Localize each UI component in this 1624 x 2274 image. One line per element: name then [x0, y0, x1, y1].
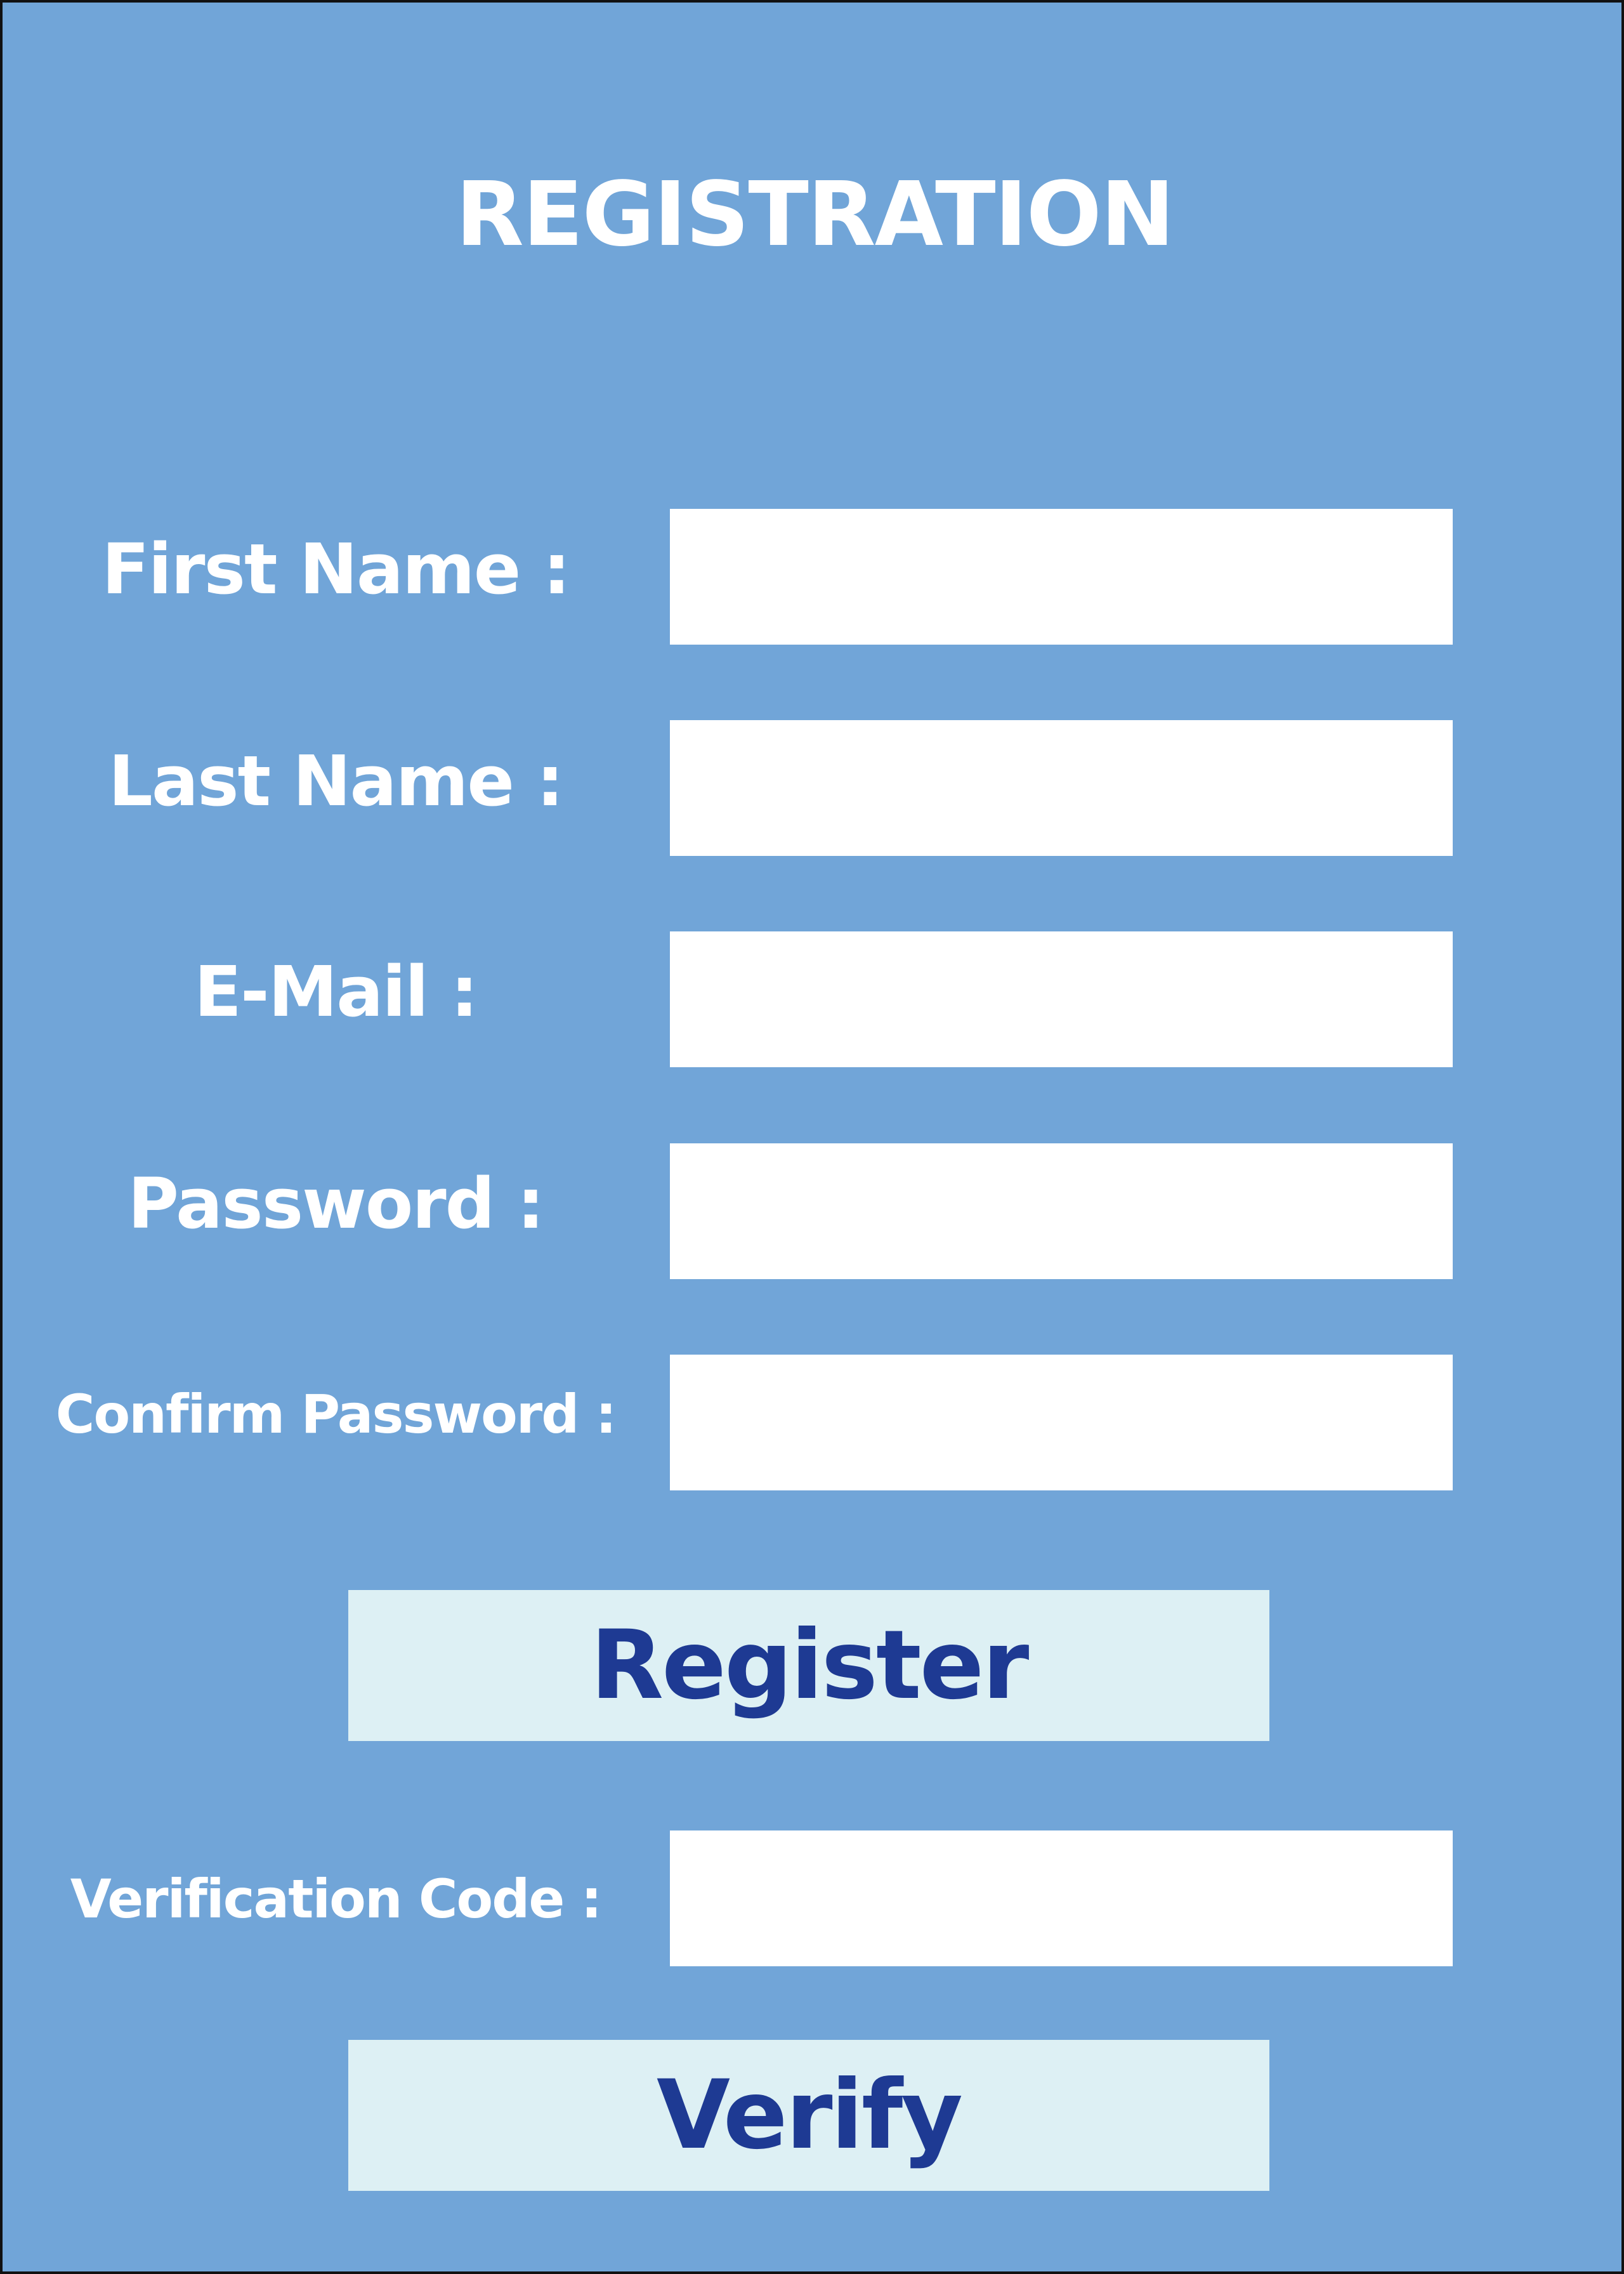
register-button[interactable]: Register: [348, 1590, 1269, 1741]
verification-code-label: Verification Code :: [70, 1868, 602, 1930]
first-name-label: First Name :: [102, 529, 570, 610]
email-label: E-Mail :: [193, 951, 478, 1032]
first-name-field[interactable]: [670, 509, 1453, 645]
verification-code-field[interactable]: [670, 1830, 1453, 1966]
registration-panel: REGISTRATION First Name : Last Name : E-…: [0, 0, 1624, 2274]
page-title: REGISTRATION: [455, 163, 1175, 266]
confirm-password-label: Confirm Password :: [55, 1383, 617, 1445]
email-field[interactable]: [670, 931, 1453, 1067]
password-label: Password :: [128, 1163, 544, 1244]
confirm-password-field[interactable]: [670, 1355, 1453, 1490]
last-name-label: Last Name :: [108, 740, 564, 822]
verify-button[interactable]: Verify: [348, 2040, 1269, 2191]
last-name-field[interactable]: [670, 720, 1453, 856]
password-field[interactable]: [670, 1143, 1453, 1279]
